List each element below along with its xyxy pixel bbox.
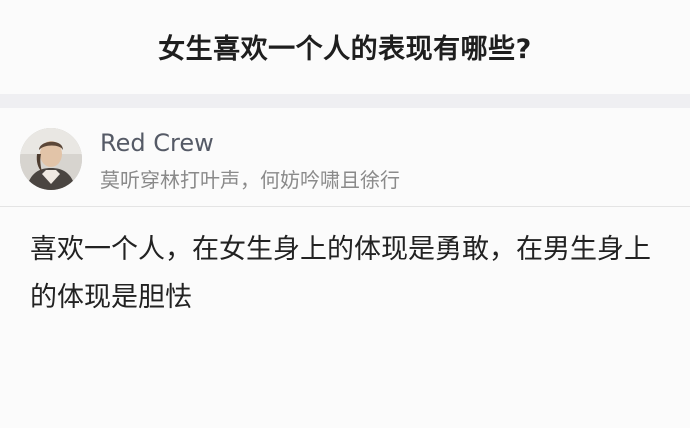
author-card[interactable]: Red Crew 莫听穿林打叶声，何妨吟啸且徐行 bbox=[0, 108, 690, 206]
divider-line bbox=[0, 206, 690, 207]
author-bio: 莫听穿林打叶声，何妨吟啸且徐行 bbox=[100, 168, 400, 192]
section-divider bbox=[0, 94, 690, 108]
user-avatar-icon[interactable] bbox=[20, 128, 82, 190]
answer-text: 喜欢一个人，在女生身上的体现是勇敢，在男生身上的体现是胆怯 bbox=[30, 234, 651, 313]
author-name[interactable]: Red Crew bbox=[100, 129, 214, 157]
question-title: 女生喜欢一个人的表现有哪些? bbox=[158, 34, 532, 65]
question-header: 女生喜欢一个人的表现有哪些? bbox=[0, 0, 690, 94]
